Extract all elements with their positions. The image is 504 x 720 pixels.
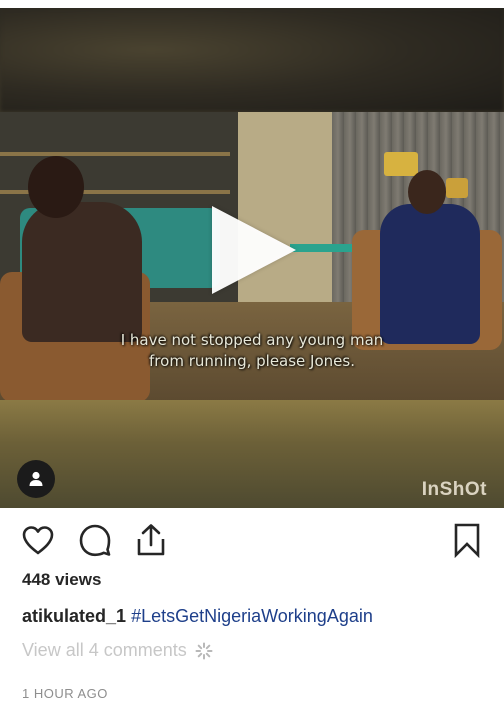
- video-subtitle-line: I have not stopped any young man: [120, 331, 384, 349]
- caption-username[interactable]: atikulated_1: [22, 606, 126, 626]
- scene-table: [290, 244, 360, 252]
- video-blur-top: [0, 8, 504, 112]
- caption-hashtag[interactable]: #LetsGetNigeriaWorkingAgain: [131, 606, 373, 626]
- scene-interviewee-head: [408, 170, 446, 214]
- scene-lamp: [446, 178, 468, 198]
- scene-interviewee: [380, 204, 480, 344]
- comment-bubble-icon: [79, 524, 111, 557]
- scene-lamp: [384, 152, 418, 176]
- inshot-watermark: InShOt: [421, 479, 487, 500]
- heart-icon: [22, 526, 54, 555]
- share-upload-icon: [137, 524, 165, 556]
- video-subtitle-line: from running, please Jones.: [149, 352, 355, 370]
- avatar[interactable]: [17, 460, 55, 498]
- save-button[interactable]: [449, 522, 485, 558]
- share-button[interactable]: [133, 522, 169, 558]
- scene-interviewer: [22, 202, 142, 342]
- view-count: 448 views: [22, 570, 102, 589]
- bookmark-icon: [454, 523, 480, 558]
- post-action-bar: [0, 522, 504, 562]
- user-silhouette-icon: [29, 471, 43, 486]
- play-icon[interactable]: [212, 206, 296, 294]
- video-subtitle: I have not stopped any young man from ru…: [0, 330, 504, 372]
- scene-shelf: [0, 152, 230, 156]
- loading-spinner-icon: [195, 642, 213, 659]
- scene-interviewer-head: [28, 156, 84, 218]
- post-timestamp: 1 HOUR AGO: [22, 686, 108, 701]
- post-video[interactable]: I have not stopped any young man from ru…: [0, 8, 504, 508]
- like-button[interactable]: [20, 522, 56, 558]
- comment-button[interactable]: [77, 522, 113, 558]
- view-comments-link[interactable]: View all 4 comments: [22, 640, 213, 661]
- view-comments-label: View all 4 comments: [22, 640, 187, 660]
- post-caption: atikulated_1 #LetsGetNigeriaWorkingAgain: [22, 606, 373, 627]
